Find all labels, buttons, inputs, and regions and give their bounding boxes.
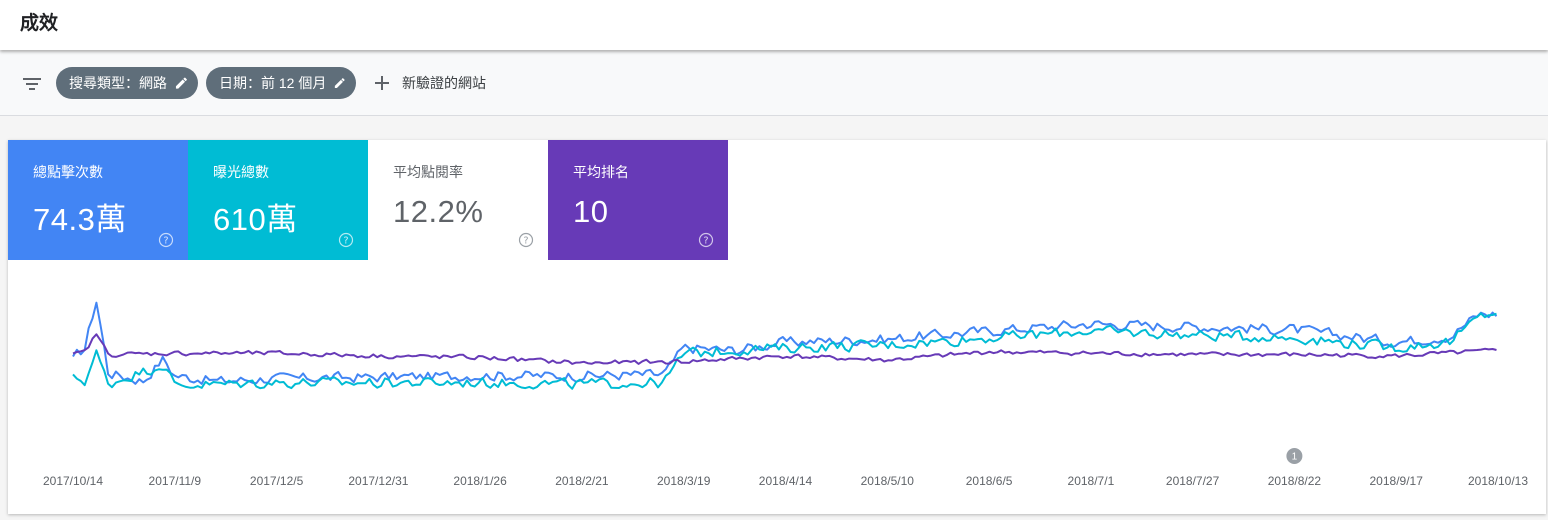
x-tick-label: 2018/4/14 (759, 474, 813, 488)
date-filter-chip[interactable]: 日期：前 12 個月 (206, 67, 356, 99)
performance-chart[interactable]: 2017/10/14 2017/11/9 2017/12/5 2017/12/31 20… (8, 260, 1546, 514)
edit-icon (175, 77, 187, 89)
average-position-label: 平均排名 (573, 164, 629, 180)
help-icon[interactable]: ? (518, 232, 534, 248)
page-header: 成效 (0, 0, 1548, 50)
x-tick-label: 2017/10/14 (43, 474, 103, 488)
filter-list-icon[interactable] (22, 74, 42, 94)
x-tick-label: 2017/12/5 (250, 474, 304, 488)
series-line-1 (72, 301, 1498, 385)
average-ctr-metric[interactable]: 平均點閱率 12.2% ? (368, 140, 548, 260)
total-impressions-label: 曝光總數 (213, 164, 269, 180)
x-tick-label: 2017/12/31 (348, 474, 408, 488)
x-tick-label: 2018/2/21 (555, 474, 609, 488)
add-filter-label: 新驗證的網站 (402, 75, 486, 91)
average-position-value: 10 (573, 194, 609, 229)
x-tick-label: 2018/10/13 (1468, 474, 1528, 488)
x-tick-label: 2018/1/26 (453, 474, 507, 488)
plus-icon (375, 76, 389, 90)
add-filter-button[interactable]: 新驗證的網站 (372, 67, 486, 99)
svg-text:?: ? (703, 236, 708, 247)
x-tick-label: 2018/8/22 (1268, 474, 1322, 488)
annotation-marker[interactable]: 1 (1286, 448, 1303, 464)
x-tick-label: 2018/3/19 (657, 474, 711, 488)
svg-text:?: ? (343, 236, 348, 247)
x-tick-label: 2018/5/10 (861, 474, 915, 488)
x-tick-label: 2017/11/9 (149, 474, 202, 488)
series-line-2 (72, 312, 1497, 390)
filter-bar: 搜尋類型：網路 日期：前 12 個月 新驗證的網站 (0, 52, 1548, 116)
svg-text:?: ? (163, 236, 168, 247)
annotation-label: 1 (1292, 452, 1298, 463)
x-tick-label: 2018/9/17 (1370, 474, 1424, 488)
total-clicks-label: 總點擊次數 (33, 164, 103, 180)
total-impressions-metric[interactable]: 曝光總數 610萬 ? (188, 140, 368, 260)
help-icon[interactable]: ? (338, 232, 354, 248)
x-tick-label: 2018/7/1 (1068, 474, 1115, 488)
date-filter-label: 日期：前 12 個月 (219, 75, 327, 91)
performance-card: 總點擊次數 74.3萬 ? 曝光總數 610萬 ? 平均點閱率 12.2% ? … (8, 140, 1546, 514)
svg-text:?: ? (523, 236, 528, 247)
x-tick-label: 2018/7/27 (1166, 474, 1220, 488)
search-type-filter-label: 搜尋類型：網路 (69, 75, 167, 91)
edit-icon (335, 78, 346, 88)
average-position-metric[interactable]: 平均排名 10 ? (548, 140, 728, 260)
average-ctr-label: 平均點閱率 (393, 164, 463, 180)
page-title: 成效 (20, 13, 59, 34)
help-icon[interactable]: ? (698, 232, 714, 248)
help-icon[interactable]: ? (158, 232, 174, 248)
x-tick-label: 2018/6/5 (966, 474, 1013, 488)
total-clicks-metric[interactable]: 總點擊次數 74.3萬 ? (8, 140, 188, 260)
search-type-filter-chip[interactable]: 搜尋類型：網路 (56, 67, 198, 99)
average-ctr-value: 12.2% (393, 194, 484, 229)
